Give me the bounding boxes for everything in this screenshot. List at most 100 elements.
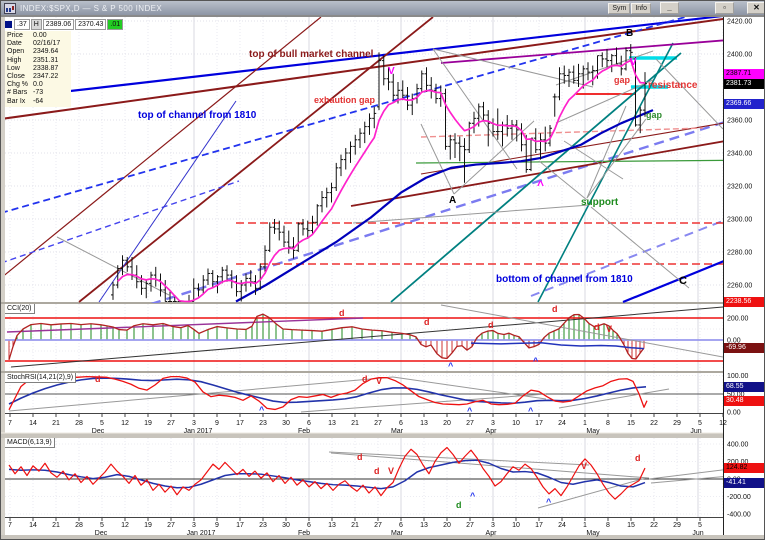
cci-value-box: -69.96: [724, 343, 765, 353]
cursor-data-row: Close2347.22: [7, 73, 69, 81]
price-value-box: 2387.71: [724, 69, 765, 79]
svg-text:Mar: Mar: [391, 428, 404, 435]
cursor-data-row: # Bars-73: [7, 89, 69, 97]
svg-text:Apr: Apr: [486, 428, 498, 435]
svg-text:6: 6: [399, 522, 403, 529]
cursor-data-row: Low2338.87: [7, 65, 69, 73]
svg-text:V: V: [630, 57, 637, 68]
svg-text:9: 9: [215, 420, 219, 427]
quote-legend: .37 H 2389.06 2370.43 .01: [5, 19, 124, 30]
svg-text:2360.00: 2360.00: [727, 118, 752, 125]
svg-text:resistance: resistance: [648, 80, 698, 91]
svg-text:V: V: [606, 324, 612, 334]
svg-text:27: 27: [374, 420, 382, 427]
svg-text:d: d: [374, 466, 380, 476]
svg-text:V: V: [388, 66, 395, 77]
chart-window: INDEX:$SPX,D — S & P 500 INDEX Sym Info …: [0, 0, 765, 540]
svg-text:Apr: Apr: [486, 530, 498, 537]
srsi-value-box: 30.48: [724, 396, 765, 406]
svg-text:17: 17: [236, 420, 244, 427]
svg-text:^: ^: [528, 406, 534, 416]
cursor-data-row: Price0.00: [7, 32, 69, 40]
chart-canvas[interactable]: top of bull market channeltop of channel…: [1, 1, 765, 540]
svg-text:8: 8: [606, 420, 610, 427]
svg-text:27: 27: [374, 522, 382, 529]
svg-text:Jan 2017: Jan 2017: [184, 428, 213, 435]
svg-text:d: d: [594, 322, 600, 332]
cursor-data-row: Chg %0.0: [7, 81, 69, 89]
legend-tick-value: .01: [107, 19, 123, 30]
svg-text:d: d: [552, 304, 558, 314]
legend-high-value: 2389.06: [43, 19, 74, 30]
svg-text:200.00: 200.00: [727, 316, 749, 323]
cursor-data-row: Bar Ix-64: [7, 98, 69, 106]
svg-text:d: d: [424, 317, 430, 327]
svg-text:28: 28: [75, 420, 83, 427]
svg-text:support: support: [581, 197, 619, 208]
svg-text:^: ^: [546, 497, 552, 507]
svg-text:d: d: [339, 308, 345, 318]
svg-text:Jun: Jun: [692, 530, 703, 537]
svg-text:2420.00: 2420.00: [727, 19, 752, 26]
svg-text:Mar: Mar: [391, 530, 404, 537]
svg-text:2400.00: 2400.00: [727, 52, 752, 59]
svg-text:24: 24: [558, 522, 566, 529]
svg-text:0.00: 0.00: [727, 410, 741, 417]
svg-text:30: 30: [282, 420, 290, 427]
svg-text:7: 7: [8, 420, 12, 427]
legend-change: .37: [14, 19, 30, 30]
svg-text:22: 22: [650, 420, 658, 427]
svg-text:d: d: [357, 452, 363, 462]
svg-text:21: 21: [351, 420, 359, 427]
svg-text:13: 13: [328, 522, 336, 529]
svg-text:3: 3: [491, 522, 495, 529]
svg-text:V: V: [388, 466, 394, 476]
svg-text:17: 17: [535, 522, 543, 529]
legend-low-value: 2370.43: [75, 19, 106, 30]
macd-value-box: 124.82: [724, 463, 765, 473]
svg-text:B: B: [626, 28, 633, 39]
svg-text:V: V: [376, 376, 382, 386]
legend-color-swatch: [5, 21, 12, 28]
svg-text:Dec: Dec: [95, 530, 108, 537]
svg-text:^: ^: [470, 491, 476, 501]
svg-text:12: 12: [121, 420, 129, 427]
svg-text:27: 27: [167, 420, 175, 427]
svg-text:8: 8: [606, 522, 610, 529]
svg-text:7: 7: [8, 522, 12, 529]
svg-text:21: 21: [52, 420, 60, 427]
svg-text:9: 9: [215, 522, 219, 529]
svg-text:2300.00: 2300.00: [727, 217, 752, 224]
legend-h-flag: H: [31, 19, 42, 30]
svg-text:22: 22: [650, 522, 658, 529]
svg-text:gap: gap: [646, 110, 663, 120]
svg-text:28: 28: [75, 522, 83, 529]
stochrsi-panel-label: StochRSI(14,21(2),9): [5, 373, 76, 383]
svg-text:23: 23: [259, 522, 267, 529]
svg-text:d: d: [635, 453, 641, 463]
cci-panel-label: CCI(20): [5, 304, 35, 314]
svg-text:27: 27: [167, 522, 175, 529]
svg-text:5: 5: [100, 522, 104, 529]
macd-panel-label: MACD(6,13,9): [5, 438, 55, 448]
svg-text:5: 5: [100, 420, 104, 427]
svg-text:23: 23: [259, 420, 267, 427]
svg-text:3: 3: [192, 420, 196, 427]
svg-text:1: 1: [583, 522, 587, 529]
svg-text:Feb: Feb: [298, 428, 310, 435]
svg-text:2340.00: 2340.00: [727, 151, 752, 158]
svg-text:6: 6: [307, 522, 311, 529]
svg-text:-200.00: -200.00: [727, 494, 751, 501]
svg-text:27: 27: [466, 522, 474, 529]
svg-text:13: 13: [420, 420, 428, 427]
svg-text:^: ^: [533, 356, 539, 366]
svg-text:30: 30: [282, 522, 290, 529]
svg-text:-400.00: -400.00: [727, 512, 751, 519]
svg-text:^: ^: [537, 178, 544, 192]
cursor-data-row: Date02/16/17: [7, 40, 69, 48]
price-value-box: 2381.73: [724, 79, 765, 89]
svg-text:top of bull market channel: top of bull market channel: [249, 49, 374, 60]
price-value-box: 2369.66: [724, 99, 765, 109]
svg-text:13: 13: [328, 420, 336, 427]
svg-text:2260.00: 2260.00: [727, 283, 752, 290]
